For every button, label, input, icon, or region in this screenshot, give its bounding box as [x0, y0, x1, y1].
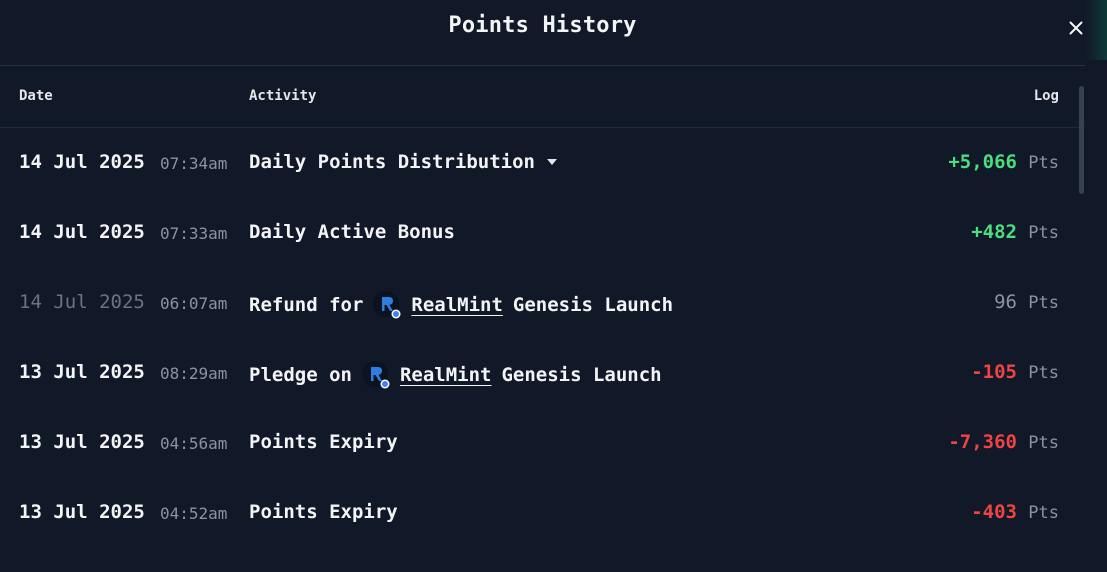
points-amount: -105 [971, 361, 1017, 383]
points-unit: Pts [1028, 433, 1059, 453]
points-history-modal: Points History Date Activity Log 14 Jul … [0, 0, 1107, 572]
points-amount: -403 [971, 501, 1017, 523]
row-date: 13 Jul 2025 [19, 431, 145, 453]
row-activity: Daily Active Bonus [249, 221, 455, 243]
history-row: 13 Jul 2025 08:29am Pledge on RealMint G… [0, 351, 1085, 395]
history-row: 13 Jul 2025 04:52am Points Expiry -403 P… [0, 491, 1085, 535]
points-amount: +5,066 [948, 151, 1017, 173]
row-time: 04:52am [160, 504, 228, 523]
row-activity: Points Expiry [249, 501, 398, 523]
points-unit: Pts [1028, 153, 1059, 173]
row-time: 04:56am [160, 434, 228, 453]
activity-label: Daily Active Bonus [249, 221, 455, 243]
points-unit: Pts [1028, 223, 1059, 243]
column-header-log: Log [1033, 88, 1059, 104]
row-time: 06:07am [160, 294, 228, 313]
history-row: 14 Jul 2025 06:07am Refund for RealMint … [0, 281, 1085, 325]
history-row: 13 Jul 2025 04:56am Points Expiry -7,360… [0, 421, 1085, 465]
row-date: 13 Jul 2025 [19, 501, 145, 523]
row-date: 14 Jul 2025 [19, 151, 145, 173]
column-header-date: Date [19, 88, 53, 104]
row-time: 08:29am [160, 364, 228, 383]
points-unit: Pts [1028, 293, 1059, 313]
activity-prefix: Refund for [249, 294, 364, 316]
activity-label: Points Expiry [249, 431, 398, 453]
points-amount: -7,360 [948, 431, 1017, 453]
row-time: 07:34am [160, 154, 228, 173]
token-link-realmint[interactable]: RealMint [400, 364, 492, 386]
modal-title: Points History [448, 13, 637, 38]
row-date: 14 Jul 2025 [19, 221, 145, 243]
header-divider [0, 127, 1085, 128]
activity-prefix: Pledge on [249, 364, 352, 386]
history-row: 14 Jul 2025 07:34am Daily Points Distrib… [0, 141, 1085, 185]
activity-label: Daily Points Distribution [249, 151, 535, 173]
points-amount: +482 [971, 221, 1017, 243]
edge-accent [1085, 0, 1107, 60]
row-activity: Daily Points Distribution [249, 151, 557, 173]
points-unit: Pts [1028, 503, 1059, 523]
close-icon [1069, 21, 1083, 35]
modal-header: Points History [0, 0, 1085, 66]
row-activity: Points Expiry [249, 431, 398, 453]
realmint-logo-icon [373, 291, 401, 319]
row-date: 13 Jul 2025 [19, 361, 145, 383]
row-activity: Pledge on RealMint Genesis Launch [249, 361, 662, 389]
column-header-activity: Activity [249, 88, 317, 104]
row-activity: Refund for RealMint Genesis Launch [249, 291, 673, 319]
activity-label: Points Expiry [249, 501, 398, 523]
close-button[interactable] [1064, 16, 1088, 40]
points-unit: Pts [1028, 363, 1059, 383]
realmint-logo-icon [361, 361, 390, 389]
points-amount: 96 [994, 291, 1017, 313]
row-date: 14 Jul 2025 [19, 291, 145, 313]
activity-suffix: Genesis Launch [512, 294, 674, 316]
activity-suffix: Genesis Launch [501, 364, 662, 386]
history-row: 14 Jul 2025 07:33am Daily Active Bonus +… [0, 211, 1085, 255]
chevron-down-icon[interactable] [546, 159, 557, 165]
token-link-realmint[interactable]: RealMint [411, 294, 503, 316]
row-time: 07:33am [160, 224, 228, 243]
